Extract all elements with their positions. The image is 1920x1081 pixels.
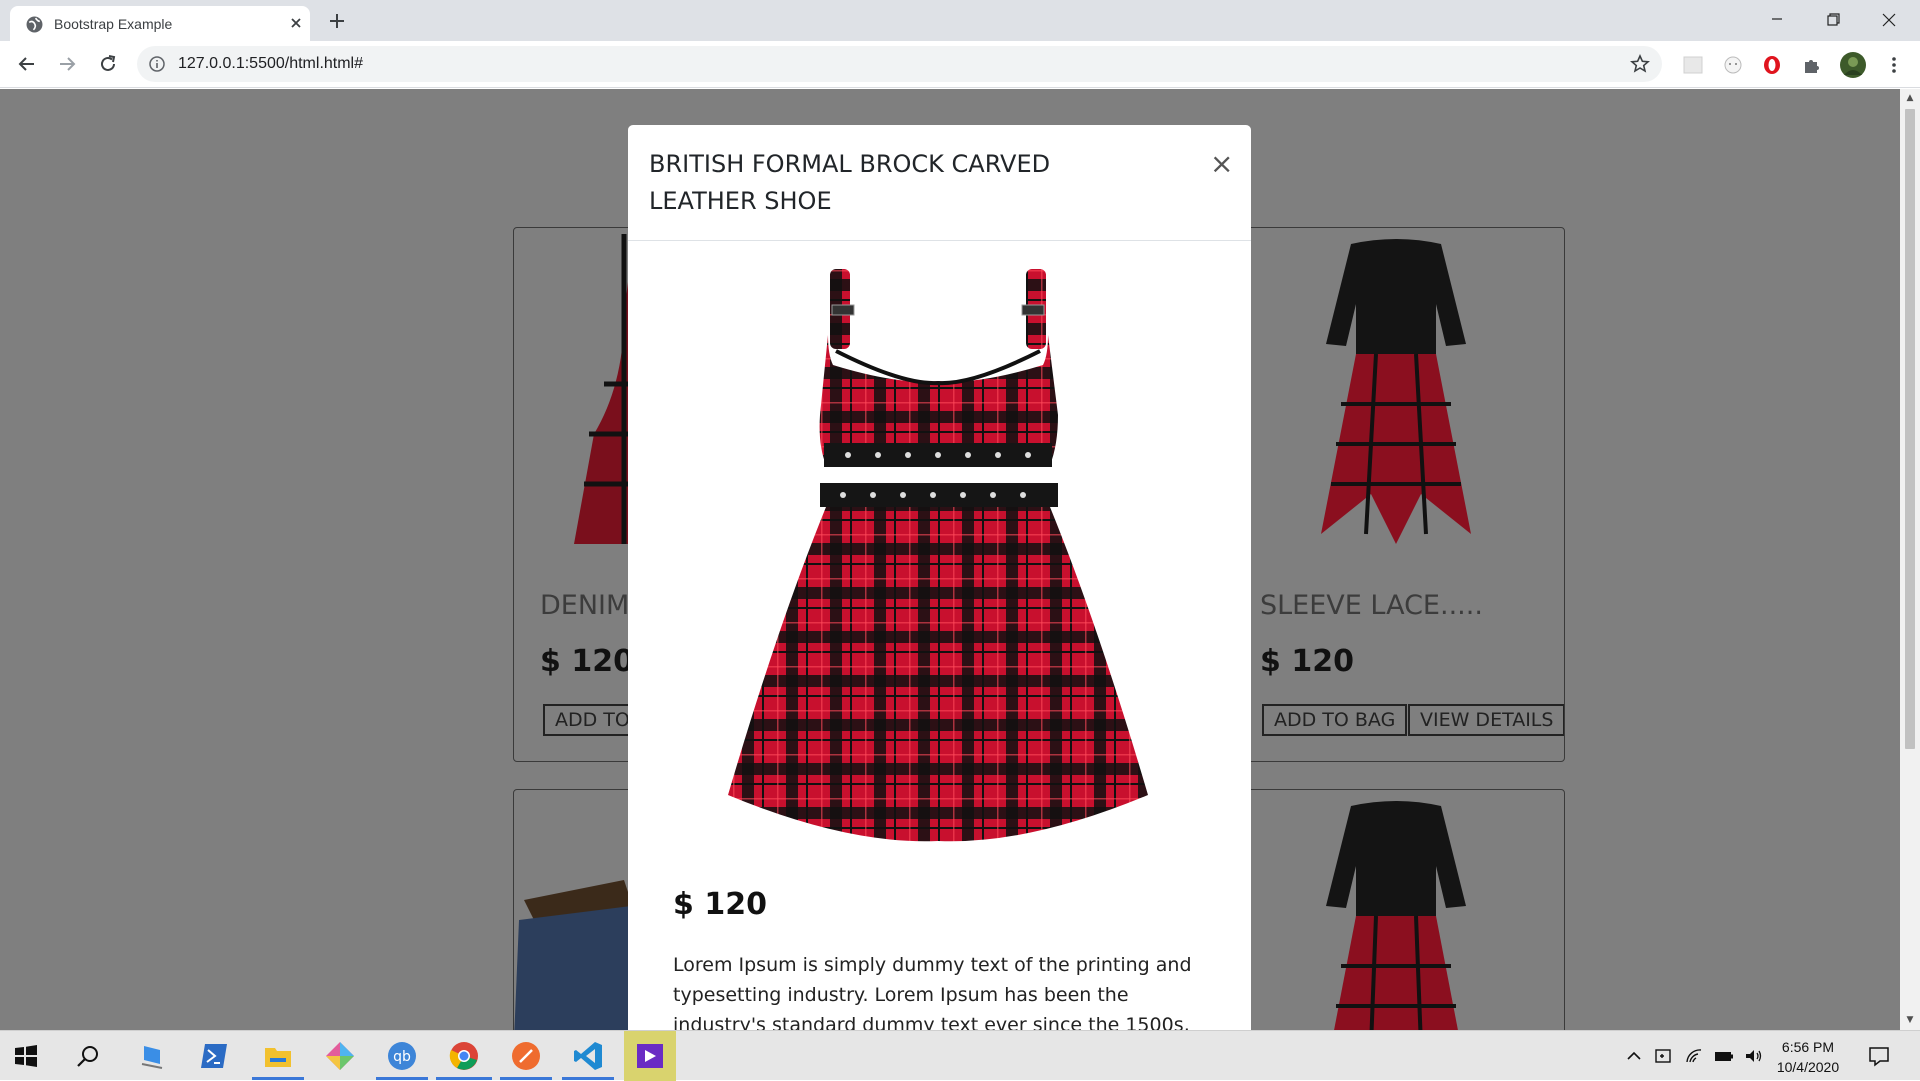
- close-tab-icon[interactable]: [287, 14, 305, 32]
- opera-icon[interactable]: [1761, 54, 1783, 76]
- system-clock[interactable]: 6:56 PM 10/4/2020: [1768, 1037, 1848, 1077]
- restore-icon[interactable]: [1818, 6, 1848, 34]
- extension-icon[interactable]: [1682, 54, 1704, 76]
- product-name: SLEEVE LACE.....: [1260, 590, 1483, 621]
- search-icon[interactable]: [76, 1044, 100, 1068]
- show-hidden-icons-icon[interactable]: [1624, 1046, 1644, 1066]
- clock-date: 10/4/2020: [1776, 1059, 1840, 1075]
- powershell-icon[interactable]: [199, 1040, 231, 1072]
- info-icon[interactable]: [149, 56, 165, 72]
- svg-text:qb: qb: [393, 1049, 411, 1065]
- windows-taskbar: qb 6:56 PM 10/4/2020: [0, 1030, 1920, 1081]
- postman-icon[interactable]: [510, 1040, 542, 1072]
- view-details-button[interactable]: VIEW DETAILS: [1408, 704, 1564, 736]
- product-image-jeans: [514, 880, 644, 1030]
- scroll-down-arrow-icon[interactable]: ▼: [1905, 1015, 1915, 1025]
- globe-icon: [26, 16, 43, 33]
- chrome-icon[interactable]: [448, 1040, 480, 1072]
- add-to-bag-button[interactable]: ADD TO BAG: [1262, 704, 1408, 736]
- new-tab-icon[interactable]: [326, 10, 348, 32]
- product-price: $ 120: [540, 644, 634, 679]
- modal-header: BRITISH FORMAL BROCK CARVED LEATHER SHOE…: [628, 125, 1251, 241]
- product-card: SLEEVE LACE..... $ 120 ADD TO BAG VIEW D…: [1240, 227, 1565, 762]
- modal-title: BRITISH FORMAL BROCK CARVED LEATHER SHOE: [649, 150, 1051, 215]
- clock-time: 6:56 PM: [1781, 1039, 1835, 1055]
- product-image-plaid-dress: [728, 269, 1148, 842]
- minimize-icon[interactable]: [1762, 6, 1792, 34]
- bookmark-star-icon[interactable]: [1630, 54, 1650, 74]
- vscode-icon[interactable]: [572, 1040, 604, 1072]
- product-modal: BRITISH FORMAL BROCK CARVED LEATHER SHOE…: [628, 125, 1251, 1030]
- product-image-dress: [1326, 801, 1466, 1030]
- volume-icon[interactable]: [1744, 1046, 1764, 1066]
- browser-tab[interactable]: Bootstrap Example: [10, 6, 310, 41]
- modal-price: $ 120: [673, 887, 767, 922]
- notifications-icon[interactable]: [1868, 1045, 1890, 1067]
- back-arrow-icon[interactable]: [16, 53, 38, 75]
- product-name: DENIM: [540, 590, 630, 621]
- close-window-icon[interactable]: [1874, 6, 1904, 34]
- screen-recorder-icon[interactable]: [634, 1040, 666, 1072]
- color-app-icon[interactable]: [324, 1040, 356, 1072]
- modal-description: Lorem Ipsum is simply dummy text of the …: [673, 954, 1192, 1030]
- menu-dots-icon[interactable]: [1883, 54, 1905, 76]
- tab-title: Bootstrap Example: [54, 16, 173, 32]
- forward-arrow-icon[interactable]: [56, 53, 78, 75]
- extension-bear-icon[interactable]: [1722, 54, 1744, 76]
- reload-icon[interactable]: [97, 53, 119, 75]
- battery-icon[interactable]: [1714, 1046, 1734, 1066]
- scroll-thumb[interactable]: [1905, 109, 1915, 749]
- product-card: [1240, 789, 1565, 1030]
- modal-close-button[interactable]: ×: [1210, 149, 1233, 179]
- scroll-up-arrow-icon[interactable]: ▲: [1905, 93, 1915, 103]
- browser-tab-bar: Bootstrap Example: [0, 0, 1920, 41]
- page-viewport: DENIM $ 120 ADD TO SLEEVE LACE..... $ 12…: [0, 89, 1900, 1030]
- address-bar[interactable]: 127.0.0.1:5500/html.html#: [137, 46, 1662, 82]
- product-price: $ 120: [1260, 644, 1354, 679]
- profile-avatar-icon[interactable]: [1839, 51, 1867, 79]
- product-image-dress: [1321, 239, 1471, 544]
- this-pc-icon[interactable]: [138, 1040, 170, 1072]
- wifi-icon[interactable]: [1684, 1046, 1704, 1066]
- extensions-puzzle-icon[interactable]: [1801, 54, 1823, 76]
- page-scrollbar[interactable]: ▲ ▼: [1900, 89, 1920, 1030]
- windows-start-icon[interactable]: [14, 1044, 38, 1068]
- meet-now-icon[interactable]: [1654, 1046, 1674, 1066]
- file-explorer-icon[interactable]: [262, 1040, 294, 1072]
- browser-toolbar: 127.0.0.1:5500/html.html#: [0, 41, 1920, 88]
- url-text: 127.0.0.1:5500/html.html#: [178, 55, 364, 72]
- qbittorrent-icon[interactable]: qb: [386, 1040, 418, 1072]
